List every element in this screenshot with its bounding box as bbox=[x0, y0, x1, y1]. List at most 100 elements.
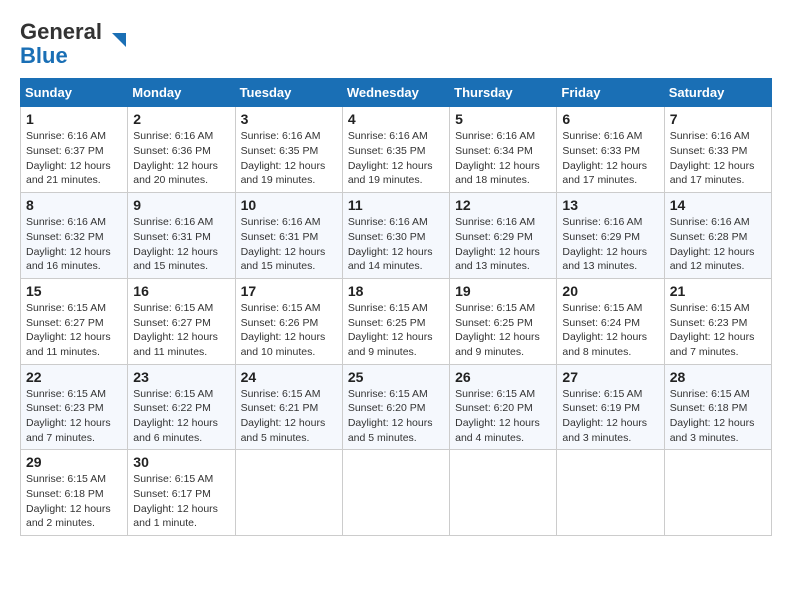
calendar-week-row: 1 Sunrise: 6:16 AM Sunset: 6:37 PM Daylig… bbox=[21, 107, 772, 193]
day-info: Sunrise: 6:15 AM Sunset: 6:27 PM Dayligh… bbox=[133, 301, 229, 360]
calendar-day-cell: 23 Sunrise: 6:15 AM Sunset: 6:22 PM Dayli… bbox=[128, 364, 235, 450]
calendar-day-cell: 18 Sunrise: 6:15 AM Sunset: 6:25 PM Dayli… bbox=[342, 278, 449, 364]
day-number: 1 bbox=[26, 111, 122, 127]
day-number: 24 bbox=[241, 369, 337, 385]
day-info: Sunrise: 6:16 AM Sunset: 6:31 PM Dayligh… bbox=[133, 215, 229, 274]
day-info: Sunrise: 6:15 AM Sunset: 6:19 PM Dayligh… bbox=[562, 387, 658, 446]
day-info: Sunrise: 6:15 AM Sunset: 6:23 PM Dayligh… bbox=[26, 387, 122, 446]
day-number: 6 bbox=[562, 111, 658, 127]
day-info: Sunrise: 6:16 AM Sunset: 6:32 PM Dayligh… bbox=[26, 215, 122, 274]
empty-cell bbox=[557, 450, 664, 536]
calendar-day-cell: 29 Sunrise: 6:15 AM Sunset: 6:18 PM Dayli… bbox=[21, 450, 128, 536]
calendar-day-cell: 6 Sunrise: 6:16 AM Sunset: 6:33 PM Daylig… bbox=[557, 107, 664, 193]
calendar-day-cell: 20Sunrise: 6:15 AM Sunset: 6:24 PM Dayli… bbox=[557, 278, 664, 364]
day-info: Sunrise: 6:16 AM Sunset: 6:37 PM Dayligh… bbox=[26, 129, 122, 188]
calendar-day-cell: 11 Sunrise: 6:16 AM Sunset: 6:30 PM Dayli… bbox=[342, 193, 449, 279]
day-info: Sunrise: 6:15 AM Sunset: 6:20 PM Dayligh… bbox=[455, 387, 551, 446]
day-info: Sunrise: 6:15 AM Sunset: 6:21 PM Dayligh… bbox=[241, 387, 337, 446]
calendar-day-cell: 17 Sunrise: 6:15 AM Sunset: 6:26 PM Dayli… bbox=[235, 278, 342, 364]
calendar-day-cell: 1 Sunrise: 6:16 AM Sunset: 6:37 PM Daylig… bbox=[21, 107, 128, 193]
calendar-week-row: 29 Sunrise: 6:15 AM Sunset: 6:18 PM Dayli… bbox=[21, 450, 772, 536]
day-info: Sunrise: 6:16 AM Sunset: 6:29 PM Dayligh… bbox=[562, 215, 658, 274]
day-number: 5 bbox=[455, 111, 551, 127]
day-info: Sunrise: 6:15 AM Sunset: 6:17 PM Dayligh… bbox=[133, 472, 229, 531]
header-thursday: Thursday bbox=[450, 79, 557, 107]
calendar-day-cell: 27 Sunrise: 6:15 AM Sunset: 6:19 PM Dayli… bbox=[557, 364, 664, 450]
day-number: 29 bbox=[26, 454, 122, 470]
calendar-day-cell: 30 Sunrise: 6:15 AM Sunset: 6:17 PM Dayli… bbox=[128, 450, 235, 536]
day-number: 20 bbox=[562, 283, 658, 299]
calendar-week-row: 15 Sunrise: 6:15 AM Sunset: 6:27 PM Dayli… bbox=[21, 278, 772, 364]
day-info: Sunrise: 6:16 AM Sunset: 6:29 PM Dayligh… bbox=[455, 215, 551, 274]
day-number: 23 bbox=[133, 369, 229, 385]
day-number: 7 bbox=[670, 111, 766, 127]
day-info: Sunrise: 6:15 AM Sunset: 6:22 PM Dayligh… bbox=[133, 387, 229, 446]
calendar-day-cell: 14 Sunrise: 6:16 AM Sunset: 6:28 PM Dayli… bbox=[664, 193, 771, 279]
day-number: 17 bbox=[241, 283, 337, 299]
calendar-day-cell: 10 Sunrise: 6:16 AM Sunset: 6:31 PM Dayli… bbox=[235, 193, 342, 279]
day-info: Sunrise: 6:16 AM Sunset: 6:36 PM Dayligh… bbox=[133, 129, 229, 188]
day-number: 25 bbox=[348, 369, 444, 385]
day-info: Sunrise: 6:16 AM Sunset: 6:31 PM Dayligh… bbox=[241, 215, 337, 274]
day-number: 13 bbox=[562, 197, 658, 213]
empty-cell bbox=[342, 450, 449, 536]
day-info: Sunrise: 6:16 AM Sunset: 6:35 PM Dayligh… bbox=[348, 129, 444, 188]
day-number: 30 bbox=[133, 454, 229, 470]
calendar-day-cell: 5 Sunrise: 6:16 AM Sunset: 6:34 PM Daylig… bbox=[450, 107, 557, 193]
day-number: 9 bbox=[133, 197, 229, 213]
day-number: 27 bbox=[562, 369, 658, 385]
day-number: 16 bbox=[133, 283, 229, 299]
calendar-week-row: 22 Sunrise: 6:15 AM Sunset: 6:23 PM Dayli… bbox=[21, 364, 772, 450]
day-number: 19 bbox=[455, 283, 551, 299]
header-saturday: Saturday bbox=[664, 79, 771, 107]
empty-cell bbox=[450, 450, 557, 536]
day-number: 12 bbox=[455, 197, 551, 213]
day-number: 15 bbox=[26, 283, 122, 299]
calendar-day-cell: 22 Sunrise: 6:15 AM Sunset: 6:23 PM Dayli… bbox=[21, 364, 128, 450]
calendar-day-cell: 16 Sunrise: 6:15 AM Sunset: 6:27 PM Dayli… bbox=[128, 278, 235, 364]
logo-text: GeneralBlue bbox=[20, 20, 102, 68]
day-number: 11 bbox=[348, 197, 444, 213]
header-sunday: Sunday bbox=[21, 79, 128, 107]
day-info: Sunrise: 6:16 AM Sunset: 6:34 PM Dayligh… bbox=[455, 129, 551, 188]
day-info: Sunrise: 6:15 AM Sunset: 6:20 PM Dayligh… bbox=[348, 387, 444, 446]
empty-cell bbox=[664, 450, 771, 536]
calendar-day-cell: 25 Sunrise: 6:15 AM Sunset: 6:20 PM Dayli… bbox=[342, 364, 449, 450]
day-info: Sunrise: 6:16 AM Sunset: 6:35 PM Dayligh… bbox=[241, 129, 337, 188]
logo-icon bbox=[106, 31, 128, 53]
calendar-table: SundayMondayTuesdayWednesdayThursdayFrid… bbox=[20, 78, 772, 536]
header-tuesday: Tuesday bbox=[235, 79, 342, 107]
day-number: 18 bbox=[348, 283, 444, 299]
calendar-week-row: 8 Sunrise: 6:16 AM Sunset: 6:32 PM Daylig… bbox=[21, 193, 772, 279]
calendar-day-cell: 8 Sunrise: 6:16 AM Sunset: 6:32 PM Daylig… bbox=[21, 193, 128, 279]
calendar-day-cell: 7Sunrise: 6:16 AM Sunset: 6:33 PM Daylig… bbox=[664, 107, 771, 193]
logo: GeneralBlue bbox=[20, 20, 128, 68]
empty-cell bbox=[235, 450, 342, 536]
day-info: Sunrise: 6:16 AM Sunset: 6:30 PM Dayligh… bbox=[348, 215, 444, 274]
day-number: 8 bbox=[26, 197, 122, 213]
day-info: Sunrise: 6:15 AM Sunset: 6:18 PM Dayligh… bbox=[26, 472, 122, 531]
day-info: Sunrise: 6:15 AM Sunset: 6:27 PM Dayligh… bbox=[26, 301, 122, 360]
day-info: Sunrise: 6:16 AM Sunset: 6:28 PM Dayligh… bbox=[670, 215, 766, 274]
calendar-day-cell: 4 Sunrise: 6:16 AM Sunset: 6:35 PM Daylig… bbox=[342, 107, 449, 193]
calendar-day-cell: 21Sunrise: 6:15 AM Sunset: 6:23 PM Dayli… bbox=[664, 278, 771, 364]
calendar-day-cell: 2 Sunrise: 6:16 AM Sunset: 6:36 PM Daylig… bbox=[128, 107, 235, 193]
day-number: 2 bbox=[133, 111, 229, 127]
day-info: Sunrise: 6:15 AM Sunset: 6:26 PM Dayligh… bbox=[241, 301, 337, 360]
day-info: Sunrise: 6:15 AM Sunset: 6:25 PM Dayligh… bbox=[455, 301, 551, 360]
day-number: 14 bbox=[670, 197, 766, 213]
day-number: 4 bbox=[348, 111, 444, 127]
day-number: 10 bbox=[241, 197, 337, 213]
header-monday: Monday bbox=[128, 79, 235, 107]
calendar-day-cell: 3Sunrise: 6:16 AM Sunset: 6:35 PM Daylig… bbox=[235, 107, 342, 193]
day-info: Sunrise: 6:16 AM Sunset: 6:33 PM Dayligh… bbox=[562, 129, 658, 188]
header-wednesday: Wednesday bbox=[342, 79, 449, 107]
calendar-day-cell: 24 Sunrise: 6:15 AM Sunset: 6:21 PM Dayli… bbox=[235, 364, 342, 450]
day-info: Sunrise: 6:15 AM Sunset: 6:18 PM Dayligh… bbox=[670, 387, 766, 446]
calendar-day-cell: 12 Sunrise: 6:16 AM Sunset: 6:29 PM Dayli… bbox=[450, 193, 557, 279]
day-info: Sunrise: 6:15 AM Sunset: 6:25 PM Dayligh… bbox=[348, 301, 444, 360]
day-info: Sunrise: 6:15 AM Sunset: 6:23 PM Dayligh… bbox=[670, 301, 766, 360]
day-number: 28 bbox=[670, 369, 766, 385]
day-number: 22 bbox=[26, 369, 122, 385]
calendar-day-cell: 13 Sunrise: 6:16 AM Sunset: 6:29 PM Dayli… bbox=[557, 193, 664, 279]
